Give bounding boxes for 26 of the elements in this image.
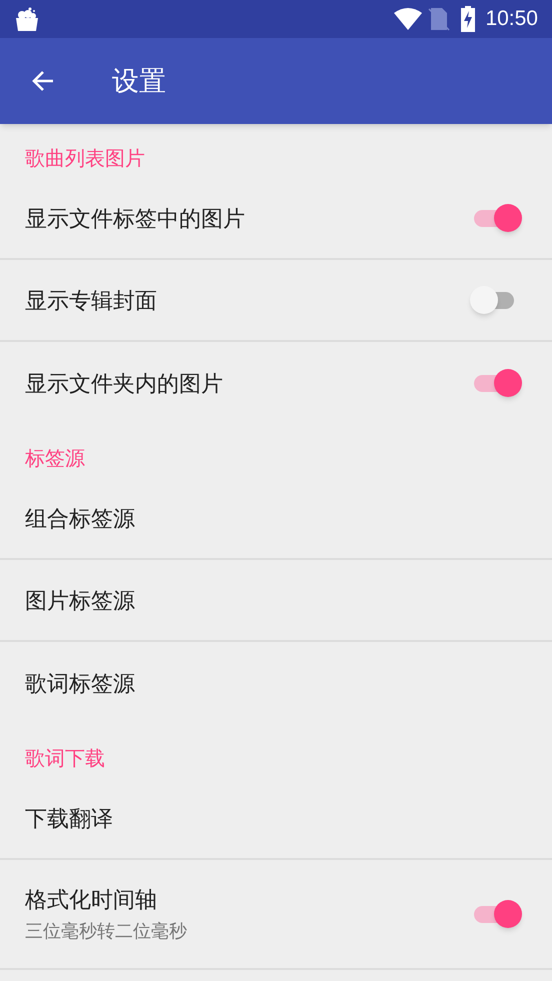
setting-title: 歌词标签源 [25, 670, 136, 698]
settings-row[interactable]: 格式化时间轴 三位毫秒转二位毫秒 [0, 860, 552, 970]
setting-title: 格式化时间轴 [25, 886, 158, 914]
wifi-icon [394, 8, 422, 30]
clock-time: 10:50 [485, 6, 538, 32]
setting-title: 显示文件标签中的图片 [25, 204, 246, 232]
settings-row[interactable]: 显示文件夹内的图片 [0, 342, 552, 424]
setting-title: 图片标签源 [25, 586, 136, 614]
setting-summary: 三位毫秒转二位毫秒 [25, 920, 188, 943]
section-header: 歌曲列表图片 [25, 147, 145, 172]
settings-row[interactable]: 显示文件标签中的图片 [0, 178, 552, 260]
battery-charging-icon [460, 6, 476, 32]
setting-title: 组合标签源 [25, 504, 136, 532]
section-header: 标签源 [25, 447, 85, 472]
settings-row[interactable]: 组合标签源 [0, 478, 552, 560]
setting-title: 下载翻译 [25, 804, 114, 832]
settings-row[interactable]: 图片标签源 [0, 560, 552, 642]
settings-row[interactable]: 下载翻译 [0, 778, 552, 860]
app-notification-icon [14, 6, 40, 32]
settings-row[interactable]: 显示专辑封面 [0, 260, 552, 342]
setting-title: 显示专辑封面 [25, 286, 158, 314]
screen-title: 设置 [112, 64, 166, 98]
setting-title: 显示文件夹内的图片 [25, 370, 224, 398]
section-header: 歌词下载 [25, 747, 105, 772]
settings-row[interactable]: 歌词标签源 [0, 642, 552, 724]
no-sim-icon [428, 7, 450, 31]
